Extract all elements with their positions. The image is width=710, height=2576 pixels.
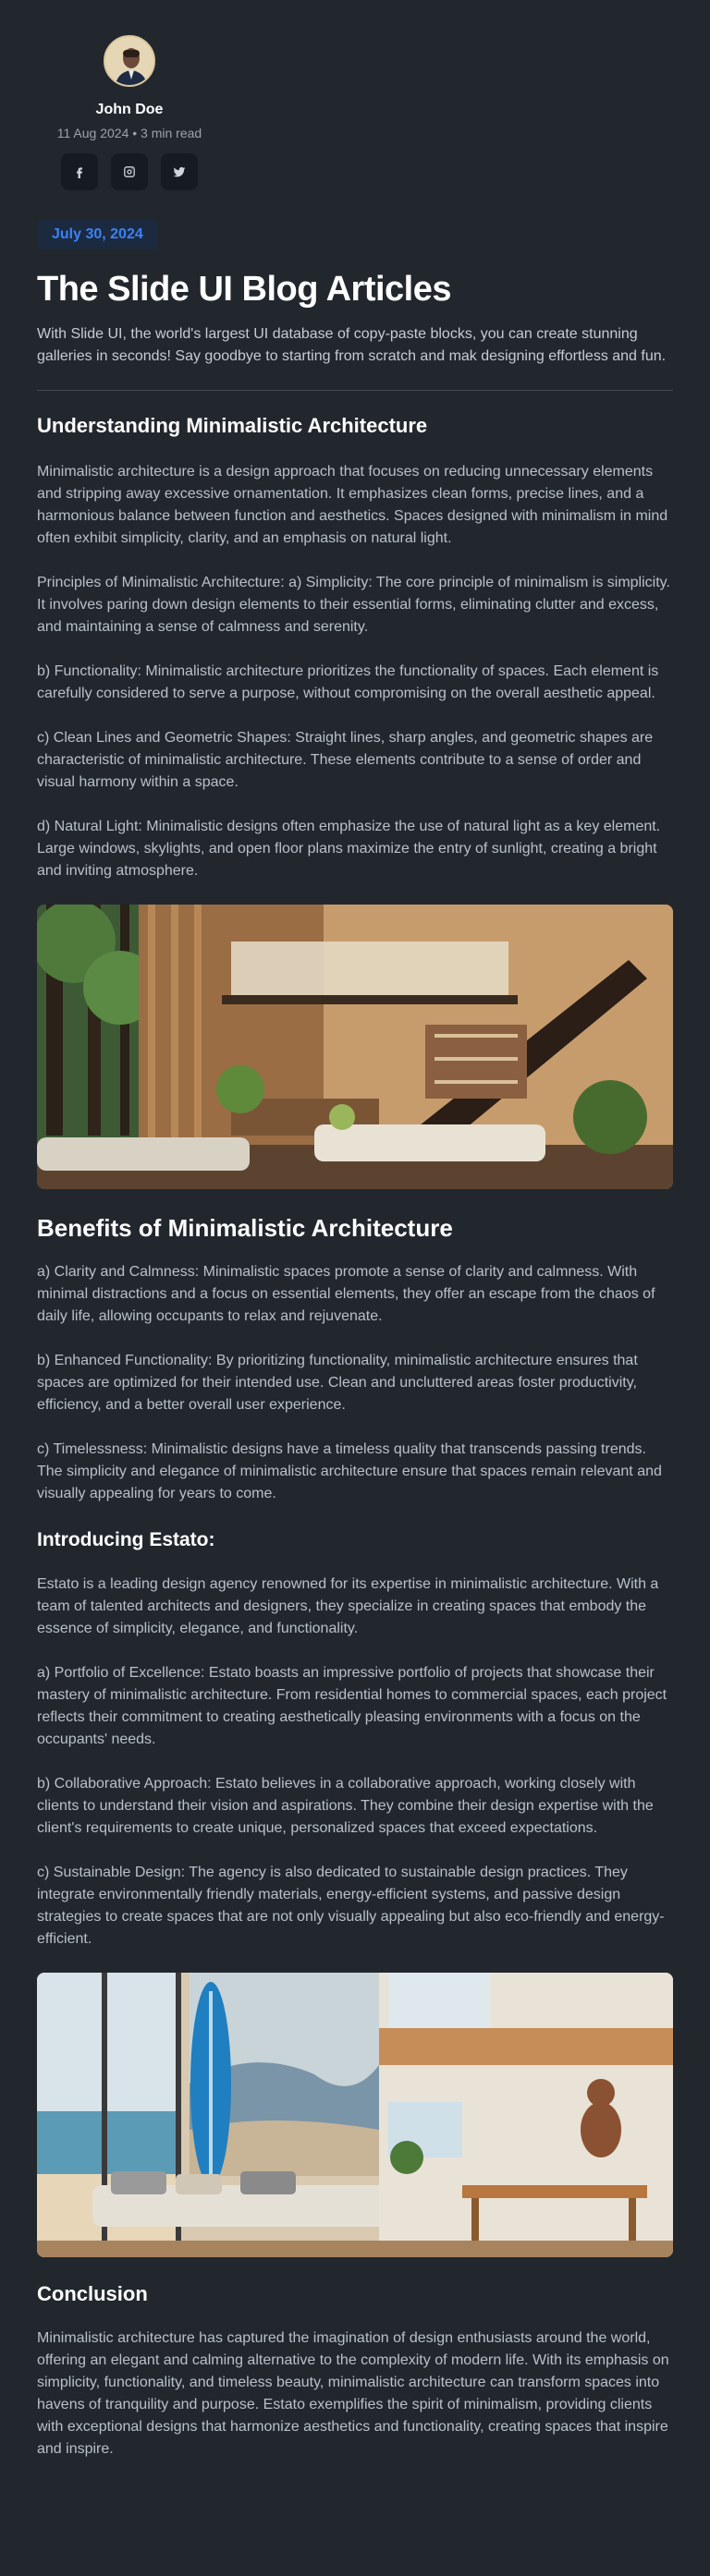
date-badge: July 30, 2024 xyxy=(37,220,158,249)
social-links xyxy=(61,153,198,190)
paragraph: b) Enhanced Functionality: By prioritizi… xyxy=(37,1353,638,1413)
paragraph: b) Functionality: Minimalistic architect… xyxy=(37,663,659,701)
paragraph: b) Collaborative Approach: Estato believ… xyxy=(37,1776,654,1836)
author-avatar xyxy=(104,35,155,87)
paragraph: a) Clarity and Calmness: Minimalistic sp… xyxy=(37,1264,655,1324)
author-name: John Doe xyxy=(95,102,164,117)
divider xyxy=(37,390,673,391)
paragraph: c) Sustainable Design: The agency is als… xyxy=(37,1865,665,1947)
paragraph: c) Timelessness: Minimalistic designs ha… xyxy=(37,1441,662,1501)
section-heading-benefits: Benefits of Minimalistic Architecture xyxy=(37,1214,453,1242)
instagram-button[interactable] xyxy=(111,153,148,190)
facebook-button[interactable] xyxy=(61,153,98,190)
intro-text: With Slide UI, the world's largest UI da… xyxy=(37,326,667,364)
blog-article-page: John Doe 11 Aug 2024 • 3 min read July 3… xyxy=(0,0,710,2576)
paragraph: a) Portfolio of Excellence: Estato boast… xyxy=(37,1665,667,1747)
section-heading-understanding: Understanding Minimalistic Architecture xyxy=(37,414,428,437)
paragraph: Principles of Minimalistic Architecture:… xyxy=(37,575,670,635)
paragraph: d) Natural Light: Minimalistic designs o… xyxy=(37,819,661,879)
paragraph: Minimalistic architecture is a design ap… xyxy=(37,464,668,546)
section-heading-estato: Introducing Estato: xyxy=(37,1529,215,1550)
facebook-icon xyxy=(77,167,82,178)
paragraph: Minimalistic architecture has captured t… xyxy=(37,2330,669,2457)
section-heading-conclusion: Conclusion xyxy=(37,2282,148,2305)
twitter-icon xyxy=(173,166,186,177)
twitter-button[interactable] xyxy=(161,153,198,190)
author-card: John Doe 11 Aug 2024 • 3 min read xyxy=(37,0,222,190)
post-meta: 11 Aug 2024 • 3 min read xyxy=(56,126,202,140)
instagram-icon xyxy=(124,166,135,177)
page-title: The Slide UI Blog Articles xyxy=(37,270,452,309)
beach-house-interior-image xyxy=(37,1973,673,2257)
interior-living-room-image xyxy=(37,905,673,1189)
paragraph: Estato is a leading design agency renown… xyxy=(37,1576,659,1636)
paragraph: c) Clean Lines and Geometric Shapes: Str… xyxy=(37,730,654,790)
